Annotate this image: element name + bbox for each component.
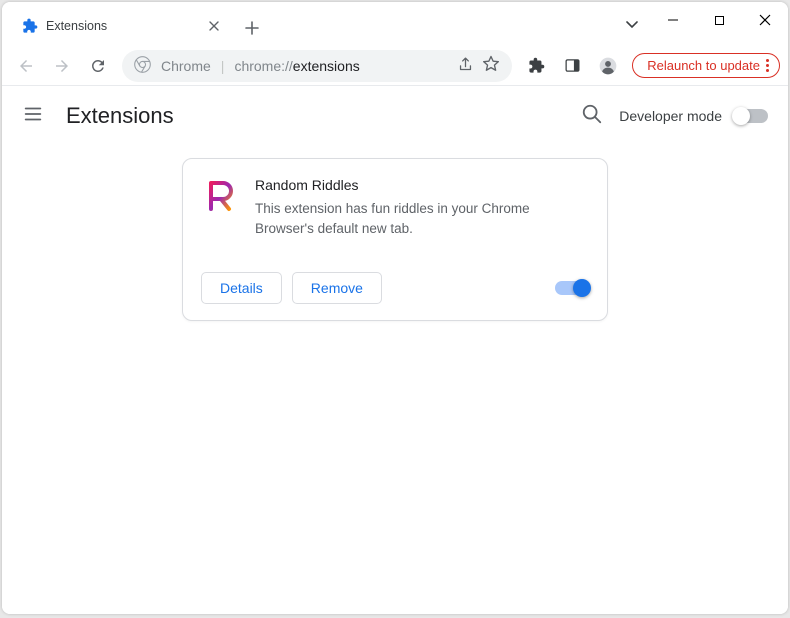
- details-button[interactable]: Details: [201, 272, 282, 304]
- extensions-favicon: [22, 18, 38, 34]
- share-icon[interactable]: [457, 56, 474, 76]
- profile-avatar-icon[interactable]: [592, 50, 624, 82]
- reload-button[interactable]: [82, 50, 114, 82]
- tab-close-button[interactable]: [206, 18, 222, 34]
- relaunch-label: Relaunch to update: [647, 58, 760, 73]
- close-window-button[interactable]: [742, 2, 788, 38]
- maximize-button[interactable]: [696, 2, 742, 38]
- remove-button[interactable]: Remove: [292, 272, 382, 304]
- browser-toolbar: Chrome | chrome://extensions Relaunch: [2, 46, 788, 86]
- extensions-page: Extensions Developer mode: [2, 86, 788, 614]
- address-bar[interactable]: Chrome | chrome://extensions: [122, 50, 512, 82]
- extension-description: This extension has fun riddles in your C…: [255, 199, 589, 240]
- developer-mode-toggle[interactable]: [734, 109, 768, 123]
- url-path: extensions: [293, 58, 360, 74]
- developer-mode-control: Developer mode: [619, 108, 768, 124]
- forward-button[interactable]: [46, 50, 78, 82]
- url-label: Chrome: [161, 58, 211, 74]
- browser-window: Extensions: [2, 2, 788, 614]
- url-display: Chrome | chrome://extensions: [161, 58, 360, 74]
- tab-strip: Extensions: [2, 2, 618, 43]
- hamburger-menu-icon[interactable]: [22, 103, 44, 130]
- titlebar: Extensions: [2, 2, 788, 46]
- bookmark-star-icon[interactable]: [482, 55, 500, 76]
- extensions-puzzle-icon[interactable]: [520, 50, 552, 82]
- browser-tab[interactable]: Extensions: [10, 9, 232, 43]
- extension-card: Random Riddles This extension has fun ri…: [182, 158, 608, 321]
- window-controls: [650, 2, 788, 38]
- extension-name: Random Riddles: [255, 177, 589, 193]
- extension-icon: [201, 177, 237, 213]
- back-button[interactable]: [10, 50, 42, 82]
- relaunch-to-update-button[interactable]: Relaunch to update: [632, 53, 780, 78]
- tab-search-button[interactable]: [618, 10, 646, 38]
- developer-mode-label: Developer mode: [619, 108, 722, 124]
- page-header: Extensions Developer mode: [2, 86, 788, 146]
- url-separator: |: [221, 58, 225, 74]
- side-panel-icon[interactable]: [556, 50, 588, 82]
- search-icon[interactable]: [581, 103, 603, 130]
- minimize-button[interactable]: [650, 2, 696, 38]
- extension-enable-toggle[interactable]: [555, 281, 589, 295]
- tab-title: Extensions: [46, 19, 107, 33]
- chrome-logo-icon: [134, 56, 151, 76]
- menu-dots-icon: [766, 59, 769, 72]
- page-title: Extensions: [66, 103, 174, 129]
- new-tab-button[interactable]: [238, 14, 266, 42]
- url-prefix: chrome://: [234, 58, 292, 74]
